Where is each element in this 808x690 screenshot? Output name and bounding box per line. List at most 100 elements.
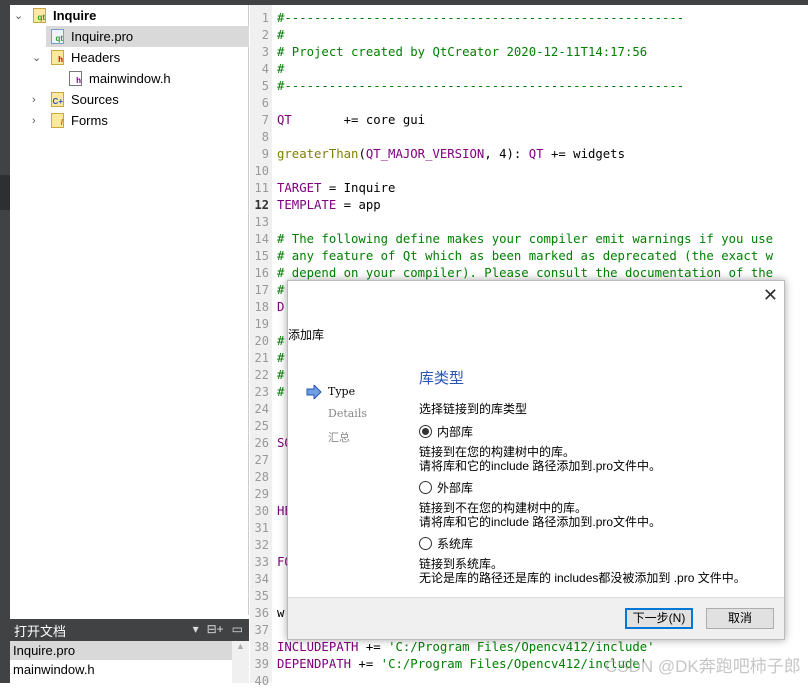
tree-item-mainwindow-h[interactable]: h mainwindow.h (10, 68, 249, 89)
option-description: 链接到系统库。 (419, 557, 504, 571)
mode-bar (0, 5, 10, 683)
line-number: 27 (254, 453, 269, 467)
watermark: CSDN @DK奔跑吧柿子郎 (605, 657, 801, 676)
code-line: # (277, 62, 285, 76)
library-type-option: 系统库链接到系统库。 无论是库的路径还是库的 includes都没被添加到 .pr… (419, 535, 779, 585)
cancel-button[interactable]: 取消 (706, 608, 774, 629)
tree-item-label: Inquire.pro (71, 29, 134, 44)
close-pane-icon[interactable]: ▭ (232, 622, 243, 636)
line-number: 30 (254, 504, 269, 518)
mode-bar-selected[interactable] (0, 175, 10, 210)
line-number: 3 (261, 45, 269, 59)
option-description: 无论是库的路径还是库的 includes都没被添加到 .pro 文件中。 (419, 571, 746, 585)
line-number: 13 (254, 215, 269, 229)
line-number: 32 (254, 538, 269, 552)
code-line: #---------------------------------------… (277, 11, 685, 25)
line-number: 40 (254, 674, 269, 688)
line-number: 6 (261, 96, 269, 110)
radio-button[interactable] (419, 425, 432, 438)
radio-option[interactable]: 系统库 (419, 535, 779, 552)
line-number: 4 (261, 62, 269, 76)
chevron-down-icon[interactable]: ⌄ (32, 51, 41, 64)
radio-option[interactable]: 内部库 (419, 423, 779, 440)
option-label: 外部库 (437, 481, 474, 495)
qt-pro-file-icon: qt (51, 29, 64, 44)
open-document-item[interactable]: mainwindow.h (10, 660, 232, 679)
page-title: 库类型 (419, 370, 465, 387)
tree-item-label: Headers (71, 50, 121, 65)
prompt-label: 选择链接到的库类型 (419, 402, 528, 416)
close-icon[interactable]: ✕ (763, 285, 778, 306)
line-number: 1 (261, 11, 269, 25)
line-number: 29 (254, 487, 269, 501)
dialog-footer: 下一步(N) 取消 (288, 597, 784, 639)
line-number: 25 (254, 419, 269, 433)
tree-item-forms[interactable]: › / Forms (10, 110, 249, 131)
scrollbar[interactable]: ▲ (232, 641, 249, 683)
line-number: 39 (254, 657, 269, 671)
tree-item-headers[interactable]: ⌄ h Headers (10, 47, 249, 68)
line-number: 11 (254, 181, 269, 195)
code-line: # (277, 28, 285, 42)
option-description: 链接到不在您的构建树中的库。 (419, 501, 588, 515)
split-add-icon[interactable]: ⊟+ (207, 622, 224, 636)
library-type-page: 库类型 选择链接到的库类型 内部库链接到在您的构建树中的库。 请将库和它的incl… (419, 367, 779, 585)
wizard-step-details: Details (328, 407, 367, 420)
line-number: 23 (254, 385, 269, 399)
radio-option[interactable]: 外部库 (419, 479, 779, 496)
current-step-arrow-icon (306, 385, 322, 399)
tree-item-sources[interactable]: › C+ Sources (10, 89, 249, 110)
line-number: 34 (254, 572, 269, 586)
line-number: 37 (254, 623, 269, 637)
code-line: # The following define makes your compil… (277, 232, 774, 246)
code-line: TARGET = Inquire (277, 181, 396, 195)
wizard-step-type: Type (328, 385, 356, 398)
line-number: 35 (254, 589, 269, 603)
tree-item-label: Forms (71, 113, 108, 128)
tree-root-inquire[interactable]: ⌄ qt Inquire (10, 5, 249, 26)
tree-item-inquire-pro[interactable]: qt Inquire.pro (46, 26, 249, 47)
line-number: 7 (261, 113, 269, 127)
library-type-option: 内部库链接到在您的构建树中的库。 请将库和它的include 路径添加到.pro文… (419, 423, 779, 473)
line-number: 15 (254, 249, 269, 263)
code-line: greaterThan(QT_MAJOR_VERSION, 4): QT += … (277, 147, 625, 161)
open-document-item[interactable]: Inquire.pro (10, 641, 232, 660)
chevron-down-icon[interactable]: ⌄ (14, 9, 23, 22)
code-line: INCLUDEPATH += 'C:/Program Files/Opencv4… (277, 640, 655, 654)
forms-folder-icon: / (51, 113, 64, 128)
line-number: 38 (254, 640, 269, 654)
line-number: 16 (254, 266, 269, 280)
open-documents-header: 打开文档 ▾ ⊟+ ▭ (10, 619, 249, 641)
code-line: # Project created by QtCreator 2020-12-1… (277, 45, 648, 59)
code-line: #---------------------------------------… (277, 79, 685, 93)
tree-item-label: Sources (71, 92, 119, 107)
line-number: 33 (254, 555, 269, 569)
header-file-icon: h (69, 71, 82, 86)
line-number: 17 (254, 283, 269, 297)
option-label: 内部库 (437, 425, 474, 439)
dropdown-icon[interactable]: ▾ (193, 622, 199, 636)
line-number: 36 (254, 606, 269, 620)
chevron-right-icon[interactable]: › (32, 94, 36, 106)
line-number: 26 (254, 436, 269, 450)
dialog-title: 添加库 (288, 328, 325, 342)
code-line: TEMPLATE = app (277, 198, 381, 212)
open-documents-list: Inquire.pro mainwindow.h ▲ (10, 641, 249, 683)
qt-project-icon: qt (33, 8, 46, 23)
radio-button[interactable] (419, 481, 432, 494)
next-button[interactable]: 下一步(N) (625, 608, 693, 629)
radio-button[interactable] (419, 537, 432, 550)
line-number: 20 (254, 334, 269, 348)
sources-folder-icon: C+ (51, 92, 64, 107)
line-number: 18 (254, 300, 269, 314)
option-description: 链接到在您的构建树中的库。 (419, 445, 576, 459)
add-library-dialog: ✕ 添加库 Type Details 汇总 库类型 选择链接到的库类型 内部库链… (287, 280, 785, 640)
line-number: 14 (254, 232, 269, 246)
option-description: 请将库和它的include 路径添加到.pro文件中。 (419, 459, 662, 473)
line-number: 10 (254, 164, 269, 178)
line-number: 12 (254, 198, 269, 212)
line-number: 2 (261, 28, 269, 42)
line-number: 24 (254, 402, 269, 416)
line-number: 28 (254, 470, 269, 484)
chevron-right-icon[interactable]: › (32, 115, 36, 127)
